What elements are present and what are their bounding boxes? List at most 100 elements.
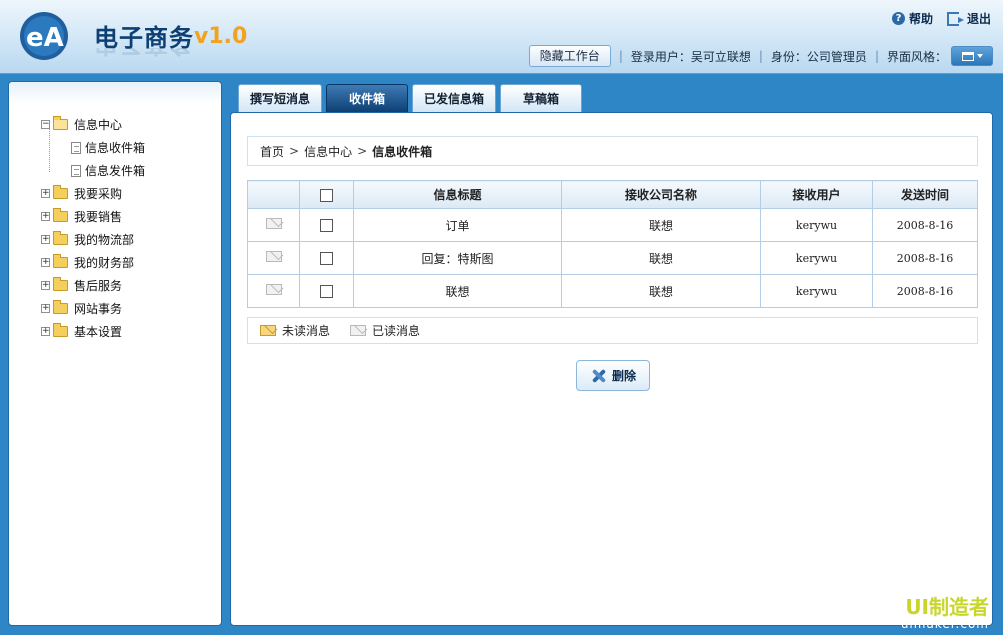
send-time: 2008-8-16	[872, 274, 978, 308]
expand-icon[interactable]: +	[41, 235, 50, 244]
sidebar-item-label: 信息发件箱	[85, 164, 146, 178]
sidebar-item-logistics[interactable]: + 我的物流部	[41, 228, 145, 251]
chevron-right-icon: >	[357, 144, 368, 158]
read-mail-icon	[265, 218, 282, 229]
sidebar-item-inbox[interactable]: 信息收件箱	[41, 136, 145, 159]
main-panel: 首页 > 信息中心 > 信息收件箱 信息标题 接收公司名称 接收用户 发送时间 …	[230, 112, 993, 626]
sidebar-item-after-sales[interactable]: + 售后服务	[41, 274, 145, 297]
expand-icon[interactable]: +	[41, 189, 50, 198]
column-header-user: 接收用户	[760, 180, 873, 209]
chevron-right-icon: >	[289, 144, 300, 158]
folder-icon	[53, 323, 68, 337]
select-cell	[299, 241, 354, 275]
nav-tree: − 信息中心 信息收件箱 信息发件箱 + 我要采购 + 我要销售 + 我的物流部	[41, 113, 145, 343]
sidebar-header	[9, 82, 221, 104]
breadcrumb-info-center[interactable]: 信息中心	[304, 143, 352, 160]
app-title-reflection: 电子商务	[94, 48, 194, 64]
read-mail-icon	[265, 284, 282, 295]
status-cell	[247, 274, 300, 308]
row-checkbox[interactable]	[320, 252, 333, 265]
login-user: 登录用户：吴可立联想	[630, 49, 751, 64]
sidebar-item-finance[interactable]: + 我的财务部	[41, 251, 145, 274]
sidebar-item-purchase[interactable]: + 我要采购	[41, 182, 145, 205]
separator: |	[874, 49, 879, 63]
sidebar-item-outbox[interactable]: 信息发件箱	[41, 159, 145, 182]
table-row[interactable]: 订单 联想 kerywu 2008-8-16	[247, 208, 978, 242]
sidebar-item-label: 信息收件箱	[85, 141, 146, 155]
separator: |	[618, 49, 623, 63]
column-header-company: 接收公司名称	[561, 180, 761, 209]
tab-sent[interactable]: 已发信息箱	[412, 84, 496, 112]
table-row[interactable]: 回复：特斯图 联想 kerywu 2008-8-16	[247, 241, 978, 275]
breadcrumb-home[interactable]: 首页	[260, 143, 284, 160]
theme-selector[interactable]	[951, 46, 993, 66]
select-cell	[299, 274, 354, 308]
message-title[interactable]: 回复：特斯图	[353, 241, 562, 275]
sidebar-item-label: 信息中心	[74, 118, 123, 132]
delete-label: 删除	[611, 369, 636, 383]
mail-legend: 未读消息 已读消息	[247, 317, 978, 344]
folder-icon	[53, 185, 68, 199]
folder-icon	[53, 231, 68, 245]
column-header-title: 信息标题	[353, 180, 562, 209]
send-time: 2008-8-16	[872, 241, 978, 275]
message-title[interactable]: 订单	[353, 208, 562, 242]
read-mail-icon	[265, 251, 282, 262]
expand-icon[interactable]: +	[41, 258, 50, 267]
document-icon	[71, 164, 81, 177]
sidebar-item-sales[interactable]: + 我要销售	[41, 205, 145, 228]
read-mail-icon	[350, 325, 367, 336]
tab-inbox[interactable]: 收件箱	[326, 84, 408, 112]
exit-icon	[946, 11, 964, 26]
message-table: 信息标题 接收公司名称 接收用户 发送时间 订单 联想 kerywu 2008-…	[247, 180, 978, 308]
sidebar-item-label: 网站事务	[74, 302, 123, 316]
status-bar: 隐藏工作台 | 登录用户：吴可立联想 | 身份：公司管理员 | 界面风格：	[528, 44, 993, 68]
folder-icon	[53, 300, 68, 314]
column-header-status	[247, 180, 300, 209]
app-version: v1.0	[194, 24, 248, 49]
folder-open-icon	[53, 116, 68, 130]
status-cell	[247, 208, 300, 242]
hide-workbench-button[interactable]: 隐藏工作台	[528, 45, 611, 67]
row-checkbox[interactable]	[320, 285, 333, 298]
user-name: kerywu	[760, 208, 873, 242]
collapse-icon[interactable]: −	[41, 120, 50, 129]
select-all-checkbox[interactable]	[320, 188, 333, 202]
window-icon	[961, 51, 974, 61]
tab-compose[interactable]: 撰写短消息	[238, 84, 322, 112]
sidebar-item-label: 我的物流部	[74, 233, 135, 247]
delete-button[interactable]: 删除	[576, 360, 650, 391]
sidebar: − 信息中心 信息收件箱 信息发件箱 + 我要采购 + 我要销售 + 我的物流部	[8, 81, 222, 626]
company-name: 联想	[561, 274, 761, 308]
exit-link[interactable]: 退出	[946, 10, 991, 27]
expand-icon[interactable]: +	[41, 212, 50, 221]
expand-icon[interactable]: +	[41, 304, 50, 313]
table-row[interactable]: 联想 联想 kerywu 2008-8-16	[247, 274, 978, 308]
company-name: 联想	[561, 241, 761, 275]
expand-icon[interactable]: +	[41, 327, 50, 336]
help-link[interactable]: ? 帮助	[891, 10, 933, 27]
tab-bar: 撰写短消息 收件箱 已发信息箱 草稿箱	[238, 84, 582, 112]
row-checkbox[interactable]	[320, 219, 333, 232]
help-icon: ?	[891, 12, 905, 25]
sidebar-item-site-affairs[interactable]: + 网站事务	[41, 297, 145, 320]
sidebar-item-info-center[interactable]: − 信息中心	[41, 113, 145, 136]
sidebar-item-label: 我要采购	[74, 187, 123, 201]
theme-label: 界面风格：	[886, 49, 947, 64]
status-cell	[247, 241, 300, 275]
column-header-select	[299, 180, 354, 209]
message-title[interactable]: 联想	[353, 274, 562, 308]
sidebar-item-settings[interactable]: + 基本设置	[41, 320, 145, 343]
logo-icon: eA	[20, 12, 68, 60]
watermark-brand: UI制造者	[905, 594, 989, 619]
tab-drafts[interactable]: 草稿箱	[500, 84, 582, 112]
sidebar-item-label: 我要销售	[74, 210, 123, 224]
user-name: kerywu	[760, 241, 873, 275]
watermark: UI制造者 uimaker.com	[901, 596, 989, 631]
document-icon	[71, 141, 81, 154]
column-header-time: 发送时间	[872, 180, 978, 209]
expand-icon[interactable]: +	[41, 281, 50, 290]
delete-icon	[590, 368, 606, 384]
exit-label: 退出	[966, 12, 991, 26]
table-header-row: 信息标题 接收公司名称 接收用户 发送时间	[247, 180, 978, 209]
